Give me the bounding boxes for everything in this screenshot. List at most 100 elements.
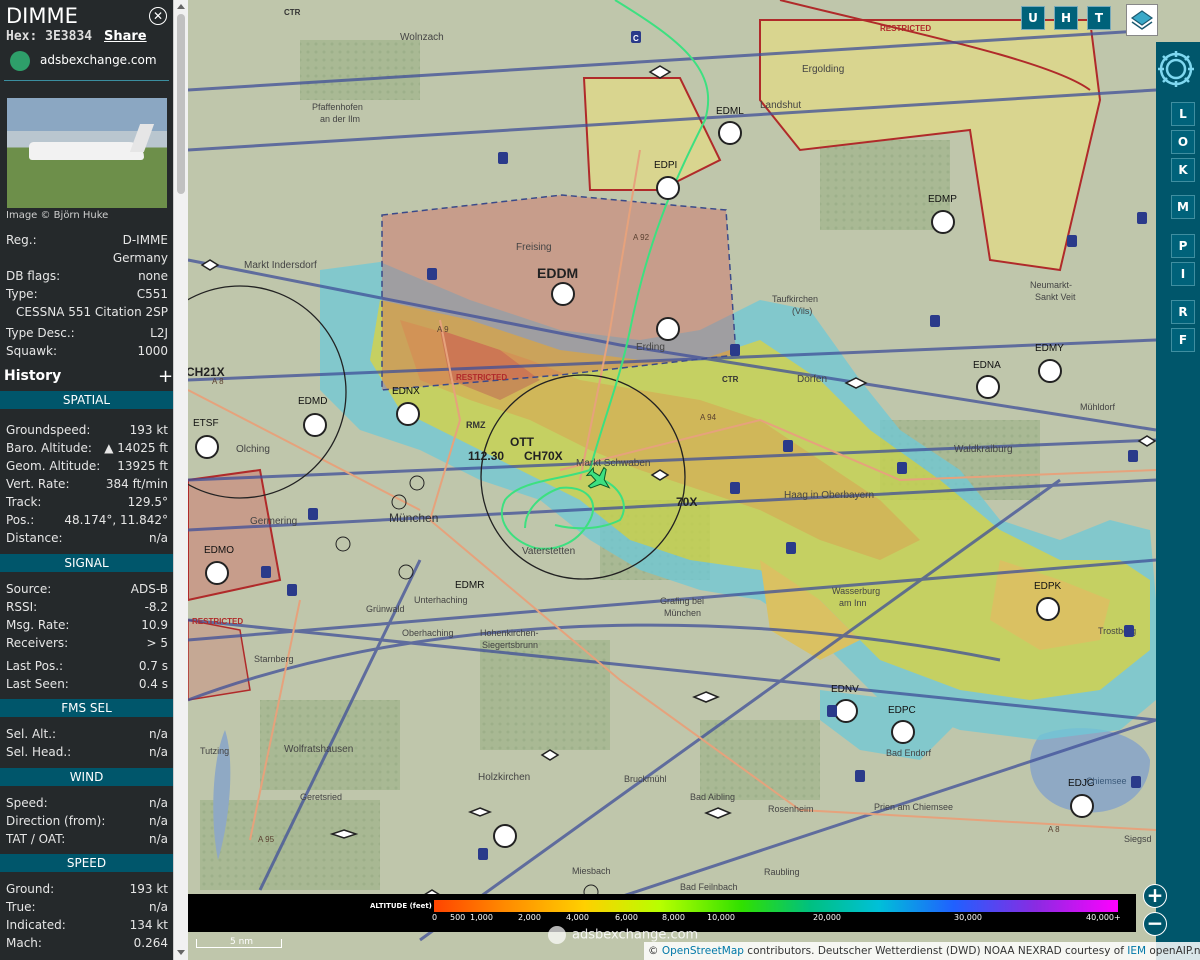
fms-row: Sel. Alt.: n/a [6,727,168,741]
svg-text:Freising: Freising [516,242,552,253]
legend-label: 30,000 [954,913,982,922]
svg-text:Bruckmühl: Bruckmühl [624,774,667,784]
svg-text:Sankt Veit: Sankt Veit [1035,292,1076,302]
watermark-logo-icon [548,926,566,944]
spatial-row: Track: 129.5° [6,495,168,509]
scrollbar-thumb[interactable] [177,14,185,194]
wind-value: n/a [148,832,168,846]
svg-text:Starnberg: Starnberg [254,654,294,664]
attribution-prefix: © [648,945,659,957]
svg-text:CTR: CTR [284,8,301,17]
share-link[interactable]: Share [104,29,147,44]
legend-gradient [434,900,1118,912]
section-signal: SIGNAL [0,554,173,572]
signal-row: RSSI: -8.2 [6,600,168,614]
svg-text:EDNX: EDNX [392,386,420,397]
signal-label: Source: [6,582,52,596]
toggle-l-button[interactable]: L [1171,102,1195,126]
toggle-o-button[interactable]: O [1171,130,1195,154]
svg-text:(Vils): (Vils) [792,306,812,316]
toggle-u-button[interactable]: U [1021,6,1045,30]
toggle-m-button[interactable]: M [1171,195,1195,219]
wind-row: Direction (from): n/a [6,814,168,828]
svg-text:Vaterstetten: Vaterstetten [522,546,575,557]
svg-text:Raubling: Raubling [764,867,800,877]
spatial-row: Pos.: 48.174°, 11.842° [6,513,168,527]
aircraft-photo[interactable] [7,98,167,208]
iem-link[interactable]: IEM [1127,945,1146,957]
svg-text:Olching: Olching [236,444,270,455]
legend-label: 500 [450,913,466,922]
site-link[interactable]: adsbexchange.com [40,53,157,67]
spatial-value: 13925 ft [117,459,168,473]
svg-text:EDMD: EDMD [298,396,327,407]
squawk-row: Squawk: 1000 [6,344,168,358]
history-expand-icon[interactable]: + [158,366,173,387]
spatial-value: ▲ 14025 ft [104,441,168,455]
reg-row: Reg.: D-IMME [6,233,168,247]
svg-text:Siegsd: Siegsd [1124,834,1152,844]
hex-row: Hex: 3E3834 [6,29,92,44]
svg-text:Tutzing: Tutzing [200,746,229,756]
photo-tail-shape [129,124,155,152]
watermark-text: adsbexchange.com [572,927,699,943]
svg-text:RESTRICTED: RESTRICTED [192,617,243,626]
svg-text:EDMP: EDMP [928,194,957,205]
svg-text:EDDM: EDDM [537,265,578,281]
svg-text:Chiemsee: Chiemsee [1086,776,1127,786]
panel-scrollbar[interactable] [173,0,188,960]
toggle-k-button[interactable]: K [1171,158,1195,182]
svg-text:A 94: A 94 [700,413,717,422]
svg-text:Unterhaching: Unterhaching [414,595,468,605]
svg-text:Holzkirchen: Holzkirchen [478,772,530,783]
speed-label: True: [6,900,36,914]
close-panel-button[interactable]: ✕ [149,7,167,25]
scroll-up-icon[interactable] [177,4,185,9]
legend-label: 1,000 [470,913,493,922]
svg-text:A 9: A 9 [437,325,449,334]
history-heading[interactable]: History [4,368,61,384]
map-scale: 5 nm [196,936,282,950]
legend-title: ALTITUDE (feet) [370,902,432,910]
osm-link[interactable]: OpenStreetMap [662,945,744,957]
section-spatial: SPATIAL [0,391,173,409]
section-speed: SPEED [0,854,173,872]
zoom-in-button[interactable]: + [1143,884,1167,908]
settings-gear-icon[interactable] [1153,46,1199,92]
spatial-label: Geom. Altitude: [6,459,101,473]
svg-text:A 8: A 8 [1048,825,1060,834]
svg-text:Bad Feilnbach: Bad Feilnbach [680,882,738,892]
svg-text:an der Ilm: an der Ilm [320,114,360,124]
signal-row: Last Pos.: 0.7 s [6,659,168,673]
toggle-h-button[interactable]: H [1054,6,1078,30]
signal-value: 0.7 s [138,659,168,673]
zoom-out-button[interactable]: − [1143,912,1167,936]
svg-text:RESTRICTED: RESTRICTED [880,24,931,33]
toggle-i-button[interactable]: I [1171,262,1195,286]
toggle-p-button[interactable]: P [1171,234,1195,258]
layers-button[interactable] [1126,4,1158,36]
speed-row: True: n/a [6,900,168,914]
toggle-t-button[interactable]: T [1087,6,1111,30]
svg-text:RESTRICTED: RESTRICTED [456,373,507,382]
spatial-value: n/a [148,531,168,545]
svg-text:OTT: OTT [510,435,535,449]
svg-text:Grünwald: Grünwald [366,604,405,614]
signal-row: Msg. Rate: 10.9 [6,618,168,632]
svg-text:EDMR: EDMR [455,580,484,591]
legend-label: 0 [432,913,438,922]
svg-text:EDPC: EDPC [888,705,916,716]
toggle-f-button[interactable]: F [1171,328,1195,352]
speed-label: Mach: [6,936,42,950]
scroll-down-icon[interactable] [177,950,185,955]
signal-label: Last Pos.: [6,659,64,673]
toggle-r-button[interactable]: R [1171,300,1195,324]
svg-text:A 8: A 8 [212,377,224,386]
signal-label: Msg. Rate: [6,618,70,632]
svg-text:Bad Aibling: Bad Aibling [690,792,735,802]
reg-value: D-IMME [122,233,168,247]
legend-label: 20,000 [813,913,841,922]
fms-label: Sel. Alt.: [6,727,57,741]
spatial-label: Groundspeed: [6,423,91,437]
svg-text:Wolfratshausen: Wolfratshausen [284,744,353,755]
